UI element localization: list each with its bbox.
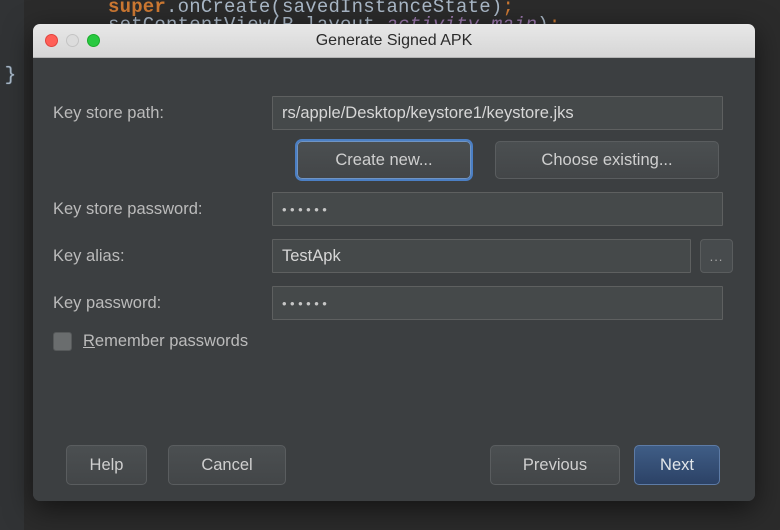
keystore-path-label: Key store path:: [53, 104, 278, 123]
key-password-label: Key password:: [53, 294, 278, 313]
keystore-action-row: Create new... Choose existing...: [33, 140, 755, 180]
remember-passwords-label: Remember passwords: [83, 332, 248, 351]
key-alias-row: Key alias: TestApk ...: [33, 239, 755, 273]
key-password-row: Key password: ••••••: [33, 286, 755, 320]
remember-passwords-mnemonic: R: [83, 332, 95, 350]
keystore-password-value: ••••••: [282, 202, 330, 217]
dialog-title: Generate Signed APK: [33, 32, 755, 50]
next-button[interactable]: Next: [634, 445, 720, 485]
remember-passwords-label-rest: emember passwords: [95, 332, 248, 350]
dialog-body: Key store path: rs/apple/Desktop/keystor…: [33, 58, 755, 501]
generate-signed-apk-dialog: Generate Signed APK Key store path: rs/a…: [33, 24, 755, 501]
cancel-button[interactable]: Cancel: [168, 445, 286, 485]
key-alias-input[interactable]: TestApk: [272, 239, 691, 273]
key-alias-label: Key alias:: [53, 247, 278, 266]
keystore-path-input[interactable]: rs/apple/Desktop/keystore1/keystore.jks: [272, 96, 723, 130]
help-button[interactable]: Help: [66, 445, 147, 485]
key-alias-browse-button[interactable]: ...: [700, 239, 733, 273]
key-password-value: ••••••: [282, 296, 330, 311]
remember-passwords-checkbox[interactable]: [53, 332, 72, 351]
keystore-password-input[interactable]: ••••••: [272, 192, 723, 226]
key-password-input[interactable]: ••••••: [272, 286, 723, 320]
keystore-password-row: Key store password: ••••••: [33, 192, 755, 226]
code-fold-icon[interactable]: }: [2, 62, 19, 88]
dialog-footer: Help Cancel Previous Next: [33, 445, 755, 487]
keystore-password-label: Key store password:: [53, 200, 278, 219]
create-new-button[interactable]: Create new...: [297, 141, 471, 179]
choose-existing-button[interactable]: Choose existing...: [495, 141, 719, 179]
dialog-titlebar[interactable]: Generate Signed APK: [33, 24, 755, 58]
remember-passwords-row[interactable]: Remember passwords: [53, 332, 248, 351]
previous-button[interactable]: Previous: [490, 445, 620, 485]
keystore-path-row: Key store path: rs/apple/Desktop/keystor…: [33, 96, 755, 130]
